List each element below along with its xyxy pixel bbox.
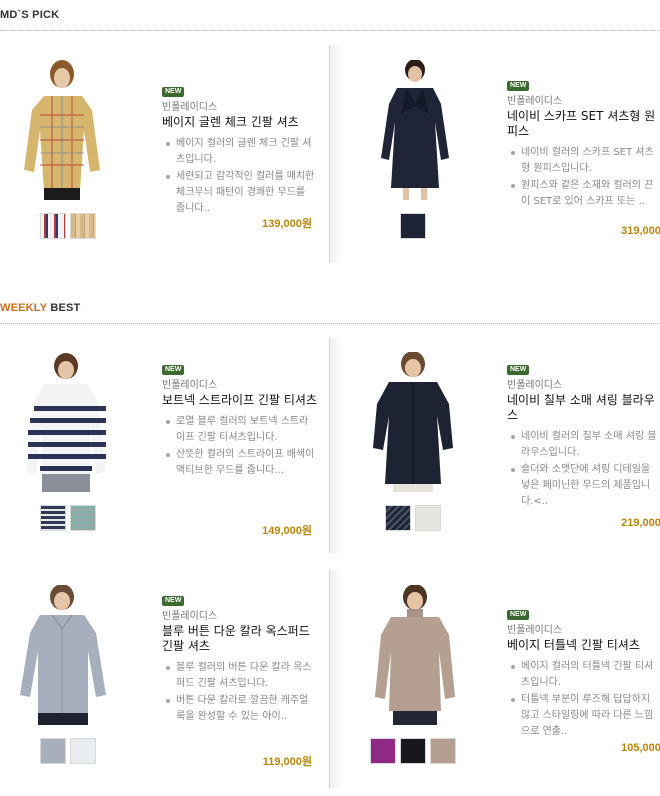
description-line: 숄더와 소맷단에 셔링 디테일을 넣은 페미닌한 무드의 제품입니다.<.. <box>507 462 660 510</box>
color-swatch[interactable] <box>70 738 96 764</box>
color-swatches <box>40 213 96 239</box>
product-info: NEW 빈폴레이디스 네이비 칠부 소매 셔링 블라우스 네이비 컬러의 칠부 … <box>507 356 660 511</box>
color-swatches <box>40 505 96 531</box>
product-info: NEW 빈폴레이디스 보트넥 스트라이프 긴팔 티셔츠 로열 블루 컬러의 보트… <box>162 356 317 480</box>
product-image[interactable] <box>345 60 495 200</box>
product-image[interactable] <box>345 585 495 725</box>
product-price: 219,000원 <box>621 517 660 529</box>
new-badge: NEW <box>507 81 530 91</box>
product-card[interactable]: NEW 빈폴레이디스 베이지 글렌 체크 긴팔 셔츠 베이지 컬러의 글렌 체크… <box>0 60 330 270</box>
brand-name: 빈폴레이디스 <box>507 96 563 107</box>
product-name[interactable]: 보트넥 스트라이프 긴팔 티셔츠 <box>162 393 317 408</box>
product-info: NEW 빈폴레이디스 블루 버튼 다운 칼라 옥스퍼드 긴팔 셔츠 블루 컬러의… <box>162 587 317 726</box>
description-line: 블루 컬러의 버튼 다운 칼라 옥스퍼드 긴팔 셔츠입니다. <box>162 660 317 692</box>
product-image[interactable] <box>345 352 495 492</box>
color-swatch[interactable] <box>430 738 456 764</box>
product-name[interactable]: 블루 버튼 다운 칼라 옥스퍼드 긴팔 셔츠 <box>162 624 317 654</box>
product-card[interactable]: NEW 빈폴레이디스 블루 버튼 다운 칼라 옥스퍼드 긴팔 셔츠 블루 컬러의… <box>0 585 330 785</box>
product-description: 로열 블루 컬러의 보트넥 스트라이프 긴팔 티셔츠입니다. 산뜻한 컬러의 스… <box>162 414 317 479</box>
product-price: 139,000원 <box>262 218 312 230</box>
product-card[interactable]: NEW 빈폴레이디스 베이지 터틀넥 긴팔 티셔츠 베이지 컬러의 터틀넥 긴팔… <box>345 585 660 785</box>
color-swatches <box>40 738 96 764</box>
color-swatch[interactable] <box>385 505 411 531</box>
product-card[interactable]: NEW 빈폴레이디스 네이비 칠부 소매 셔링 블라우스 네이비 컬러의 칠부 … <box>345 352 660 552</box>
color-swatch[interactable] <box>40 738 66 764</box>
section-divider <box>0 30 660 31</box>
column-divider <box>329 570 343 788</box>
product-info: NEW 빈폴레이디스 네이비 스카프 SET 셔츠형 원피스 네이비 컬러의 스… <box>507 72 660 211</box>
description-line: 네이비 컬러의 스카프 SET 셔츠형 원피스입니다. <box>507 145 660 177</box>
color-swatch[interactable] <box>415 505 441 531</box>
new-badge: NEW <box>162 87 185 97</box>
product-name[interactable]: 네이비 칠부 소매 셔링 블라우스 <box>507 393 660 423</box>
product-description: 네이비 컬러의 스카프 SET 셔츠형 원피스입니다. 원피스와 같은 소재와 … <box>507 145 660 210</box>
product-name[interactable]: 네이비 스카프 SET 셔츠형 원피스 <box>507 109 660 139</box>
product-description: 베이지 컬러의 글렌 체크 긴팔 셔츠입니다. 세련되고 감각적인 컬러를 매치… <box>162 136 317 217</box>
product-image[interactable] <box>0 585 150 725</box>
description-line: 네이비 컬러의 칠부 소매 셔링 블라우스입니다. <box>507 429 660 461</box>
description-line: 로열 블루 컬러의 보트넥 스트라이프 긴팔 티셔츠입니다. <box>162 414 317 446</box>
color-swatches <box>385 505 441 531</box>
color-swatch[interactable] <box>40 213 66 239</box>
product-description: 네이비 컬러의 칠부 소매 셔링 블라우스입니다. 숄더와 소맷단에 셔링 디테… <box>507 429 660 510</box>
section-title-mds-pick: MD`S PICK <box>0 9 60 21</box>
new-badge: NEW <box>507 610 530 620</box>
description-line: 베이지 컬러의 터틀넥 긴팔 티셔츠입니다. <box>507 659 660 691</box>
column-divider <box>329 45 343 263</box>
brand-name: 빈폴레이디스 <box>162 380 218 391</box>
product-name[interactable]: 베이지 글렌 체크 긴팔 셔츠 <box>162 115 317 130</box>
brand-name: 빈폴레이디스 <box>507 380 563 391</box>
product-description: 블루 컬러의 버튼 다운 칼라 옥스퍼드 긴팔 셔츠입니다. 버튼 다운 칼라로… <box>162 660 317 725</box>
product-info: NEW 빈폴레이디스 베이지 터틀넥 긴팔 티셔츠 베이지 컬러의 터틀넥 긴팔… <box>507 601 660 741</box>
color-swatches <box>400 213 426 239</box>
section-title-weekly-best: WEEKLY BEST <box>0 302 81 314</box>
description-line: 버튼 다운 칼라로 깔끔한 캐주얼룩을 완성할 수 있는 아이.. <box>162 693 317 725</box>
color-swatches <box>370 738 456 764</box>
new-badge: NEW <box>507 365 530 375</box>
description-line: 세련되고 감각적인 컬러를 매치한 체크무늬 패턴이 경쾌한 무드를 줍니다.. <box>162 169 317 217</box>
color-swatch[interactable] <box>40 505 66 531</box>
product-card[interactable]: NEW 빈폴레이디스 보트넥 스트라이프 긴팔 티셔츠 로열 블루 컬러의 보트… <box>0 352 330 552</box>
description-line: 터틀넥 부분이 루즈해 답답하지 않고 스타일링에 따라 다른 느낌으로 연출.… <box>507 692 660 740</box>
color-swatch[interactable] <box>370 738 396 764</box>
brand-name: 빈폴레이디스 <box>507 625 563 636</box>
section-divider <box>0 323 660 324</box>
color-swatch[interactable] <box>400 213 426 239</box>
product-price: 119,000원 <box>262 756 312 768</box>
brand-name: 빈폴레이디스 <box>162 611 218 622</box>
new-badge: NEW <box>162 596 185 606</box>
product-image[interactable] <box>0 352 150 492</box>
product-price: 319,000원 <box>621 225 660 237</box>
new-badge: NEW <box>162 365 185 375</box>
brand-name: 빈폴레이디스 <box>162 102 218 113</box>
color-swatch[interactable] <box>400 738 426 764</box>
column-divider <box>329 338 343 553</box>
color-swatch[interactable] <box>70 505 96 531</box>
color-swatch[interactable] <box>70 213 96 239</box>
product-description: 베이지 컬러의 터틀넥 긴팔 티셔츠입니다. 터틀넥 부분이 루즈해 답답하지 … <box>507 659 660 740</box>
product-image[interactable] <box>0 60 150 200</box>
product-price: 149,000원 <box>262 525 312 537</box>
product-name[interactable]: 베이지 터틀넥 긴팔 티셔츠 <box>507 638 660 653</box>
description-line: 베이지 컬러의 글렌 체크 긴팔 셔츠입니다. <box>162 136 317 168</box>
product-info: NEW 빈폴레이디스 베이지 글렌 체크 긴팔 셔츠 베이지 컬러의 글렌 체크… <box>162 78 317 218</box>
product-price: 105,000원 <box>621 742 660 754</box>
description-line: 산뜻한 컬러의 스트라이프 배색이 액티브한 무드를 줍니다... <box>162 447 317 479</box>
description-line: 원피스와 같은 소재와 컬러의 끈이 SET로 있어 스카프 또는 .. <box>507 178 660 210</box>
product-card[interactable]: NEW 빈폴레이디스 네이비 스카프 SET 셔츠형 원피스 네이비 컬러의 스… <box>345 60 660 270</box>
